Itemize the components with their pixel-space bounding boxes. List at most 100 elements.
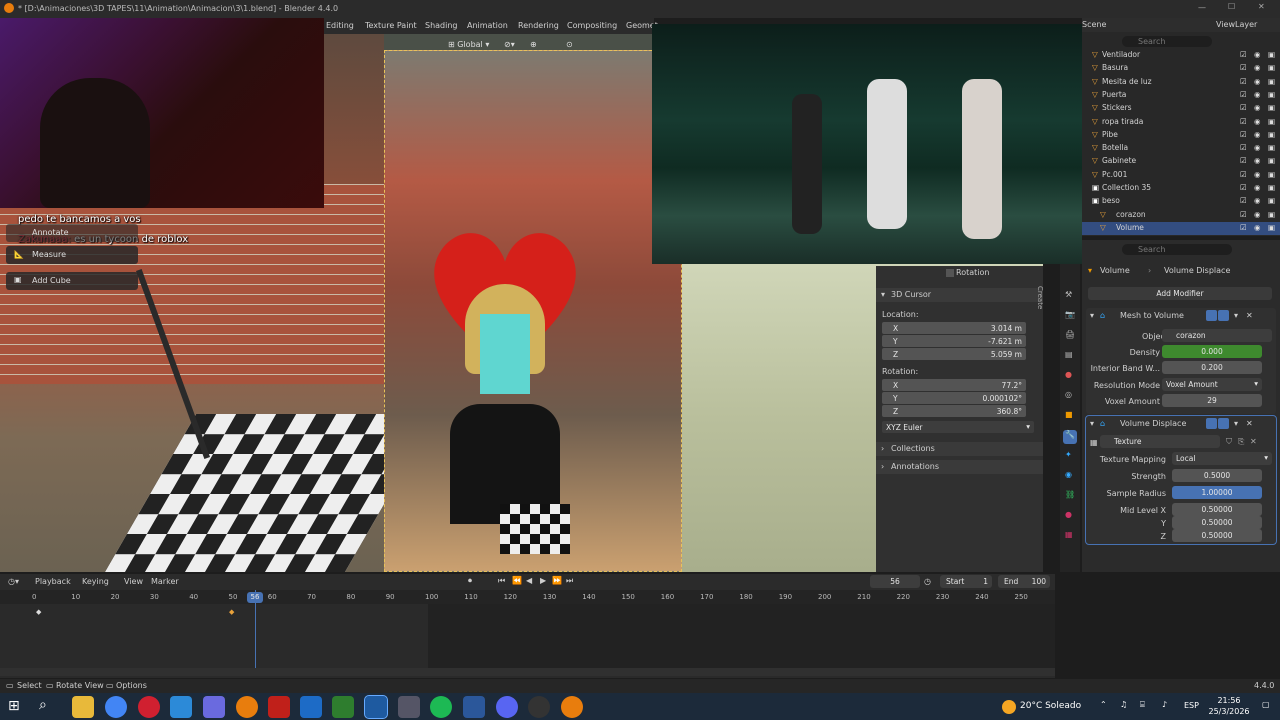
scene-icon[interactable]: ● bbox=[1065, 370, 1072, 379]
outliner-item[interactable]: ▽ Basura ☑ ◉ ▣ bbox=[1082, 62, 1280, 75]
rotation-z-field[interactable]: Z 360.8° bbox=[882, 405, 1026, 417]
exclude-checkbox-icon[interactable]: ☑ bbox=[1240, 50, 1247, 59]
eye-icon[interactable]: ◉ bbox=[1254, 210, 1261, 219]
resolution-mode-dropdown[interactable]: Voxel Amount ▾ bbox=[1162, 378, 1262, 391]
camera-icon[interactable]: ▣ bbox=[1268, 103, 1275, 112]
eye-icon[interactable]: ◉ bbox=[1254, 223, 1261, 232]
location-y-field[interactable]: Y -7.621 m bbox=[882, 335, 1026, 347]
current-frame-field[interactable]: 56 bbox=[870, 575, 920, 588]
properties-search-input[interactable]: Search bbox=[1122, 244, 1232, 255]
start-frame-field[interactable]: Start 1 bbox=[940, 575, 992, 588]
edge-icon[interactable] bbox=[170, 696, 192, 718]
exclude-checkbox-icon[interactable]: ☑ bbox=[1240, 170, 1247, 179]
physics-icon[interactable]: ◉ bbox=[1065, 470, 1072, 479]
camera-icon[interactable]: ▣ bbox=[1268, 183, 1275, 192]
camera-icon[interactable]: ▣ bbox=[1268, 170, 1275, 179]
minimize-icon[interactable]: — bbox=[1198, 3, 1206, 12]
density-field[interactable]: 0.000 bbox=[1162, 345, 1262, 358]
exclude-checkbox-icon[interactable]: ☑ bbox=[1240, 130, 1247, 139]
viewlayer-selector[interactable]: ViewLayer bbox=[1216, 20, 1257, 29]
app-icon[interactable] bbox=[203, 696, 225, 718]
keyframe-icon[interactable]: ◆ bbox=[36, 608, 41, 616]
clock-icon[interactable]: ◷ bbox=[924, 577, 931, 586]
eye-icon[interactable]: ◉ bbox=[1254, 117, 1261, 126]
exclude-checkbox-icon[interactable]: ☑ bbox=[1240, 117, 1247, 126]
keying-menu[interactable]: Keying bbox=[82, 577, 109, 586]
cursor-panel-header[interactable]: ▾ 3D Cursor bbox=[876, 288, 1043, 302]
tab-shading[interactable]: Shading bbox=[425, 21, 458, 30]
edit-mode-icon[interactable] bbox=[1206, 418, 1217, 429]
outliner-item[interactable]: ▽ corazon ☑ ◉ ▣ bbox=[1082, 209, 1280, 222]
pivot-icon[interactable]: ⊘▾ bbox=[504, 40, 515, 49]
network-icon[interactable]: ⌸ bbox=[1140, 700, 1145, 710]
maximize-icon[interactable]: ☐ bbox=[1228, 2, 1235, 11]
file-explorer-icon[interactable] bbox=[72, 696, 94, 718]
clock-time[interactable]: 21:56 bbox=[1212, 696, 1246, 705]
rotation-y-field[interactable]: Y 0.000102° bbox=[882, 392, 1026, 404]
add-modifier-button[interactable]: Add Modifier bbox=[1088, 287, 1272, 300]
chrome-icon[interactable] bbox=[105, 696, 127, 718]
camera-icon[interactable]: ▣ bbox=[1268, 156, 1275, 165]
obs-icon[interactable] bbox=[528, 696, 550, 718]
outliner-item[interactable]: ▽ Gabinete ☑ ◉ ▣ bbox=[1082, 155, 1280, 168]
texture-mapping-dropdown[interactable]: Local ▾ bbox=[1172, 452, 1272, 465]
outliner-item[interactable]: ▽ Botella ☑ ◉ ▣ bbox=[1082, 142, 1280, 155]
voxel-amount-field[interactable]: 29 bbox=[1162, 394, 1262, 407]
camera-icon[interactable]: ▣ bbox=[1268, 63, 1275, 72]
clock-date[interactable]: 25/3/2026 bbox=[1204, 707, 1254, 716]
outliner-item[interactable]: ▣ Collection 35 ☑ ◉ ▣ bbox=[1082, 182, 1280, 195]
chevron-down-icon[interactable]: ▾ bbox=[1090, 419, 1094, 428]
outliner-item[interactable]: ▽ ropa tirada ☑ ◉ ▣ bbox=[1082, 116, 1280, 129]
video-editor-icon[interactable] bbox=[268, 696, 290, 718]
eye-icon[interactable]: ◉ bbox=[1254, 196, 1261, 205]
close-icon[interactable]: ✕ bbox=[1246, 419, 1253, 428]
timeline[interactable]: 0 10 20 30 40 50 60 70 80 90 100 110 120 130 140 150 160… bbox=[0, 590, 1055, 678]
exclude-checkbox-icon[interactable]: ☑ bbox=[1240, 196, 1247, 205]
record-icon[interactable]: ⏺ bbox=[468, 576, 472, 586]
exclude-checkbox-icon[interactable]: ☑ bbox=[1240, 103, 1247, 112]
outliner-item[interactable]: ▽ Pc.001 ☑ ◉ ▣ bbox=[1082, 169, 1280, 182]
blender-icon[interactable] bbox=[561, 696, 583, 718]
language-indicator[interactable]: ESP bbox=[1184, 701, 1199, 710]
marker-menu[interactable]: Marker bbox=[151, 577, 179, 586]
outliner-item[interactable]: ▽ Volume ☑ ◉ ▣ bbox=[1082, 221, 1280, 235]
render-icon[interactable]: 📷 bbox=[1065, 310, 1075, 319]
tab-rendering[interactable]: Rendering bbox=[518, 21, 559, 30]
editor-type-icon[interactable]: ◷▾ bbox=[8, 577, 19, 586]
tab-animation[interactable]: Animation bbox=[467, 21, 508, 30]
scene-selector[interactable]: Scene bbox=[1082, 20, 1106, 29]
tab-create[interactable]: Create bbox=[1036, 286, 1044, 309]
tool-icon[interactable]: ⚒ bbox=[1065, 290, 1072, 299]
spotify-icon[interactable] bbox=[430, 696, 452, 718]
tab-compositing[interactable]: Compositing bbox=[567, 21, 617, 30]
annotations-panel-header[interactable]: › Annotations bbox=[876, 460, 1043, 474]
output-icon[interactable]: 🖨 bbox=[1065, 330, 1075, 339]
object-icon[interactable]: ■ bbox=[1065, 410, 1073, 419]
vscode-icon[interactable] bbox=[364, 695, 388, 719]
playhead[interactable]: 56 bbox=[247, 592, 263, 603]
keyframe-icon[interactable]: ◆ bbox=[229, 608, 234, 616]
exclude-checkbox-icon[interactable]: ☑ bbox=[1240, 90, 1247, 99]
exclude-checkbox-icon[interactable]: ☑ bbox=[1240, 77, 1247, 86]
headset-icon[interactable]: ♫ bbox=[1120, 700, 1127, 709]
camera-icon[interactable]: ▣ bbox=[1268, 143, 1275, 152]
camera-icon[interactable]: ▣ bbox=[1268, 130, 1275, 139]
close-icon[interactable]: ✕ bbox=[1246, 311, 1253, 320]
outliner-item[interactable]: ▽ Stickers ☑ ◉ ▣ bbox=[1082, 102, 1280, 115]
measure-tool[interactable]: 📐 Measure bbox=[6, 246, 138, 264]
modifier-icon[interactable]: 🔧 bbox=[1063, 430, 1077, 444]
eye-icon[interactable]: ◉ bbox=[1254, 183, 1261, 192]
chevron-down-icon[interactable]: ▾ bbox=[1234, 419, 1238, 428]
tab-texture-paint[interactable]: Texture Paint bbox=[365, 21, 417, 30]
eye-icon[interactable]: ◉ bbox=[1254, 143, 1261, 152]
search-icon[interactable]: ⌕ bbox=[39, 697, 47, 713]
interior-band-field[interactable]: 0.200 bbox=[1162, 361, 1262, 374]
exclude-checkbox-icon[interactable]: ☑ bbox=[1240, 210, 1247, 219]
eye-icon[interactable]: ◉ bbox=[1254, 170, 1261, 179]
camera-icon[interactable]: ▣ bbox=[1268, 210, 1275, 219]
eye-icon[interactable]: ◉ bbox=[1254, 90, 1261, 99]
add-cube-tool[interactable]: ▣ Add Cube bbox=[6, 272, 138, 290]
exclude-checkbox-icon[interactable]: ☑ bbox=[1240, 143, 1247, 152]
jump-end-icon[interactable]: ⏭ bbox=[566, 576, 573, 586]
prev-keyframe-icon[interactable]: ⏪ bbox=[512, 576, 522, 585]
